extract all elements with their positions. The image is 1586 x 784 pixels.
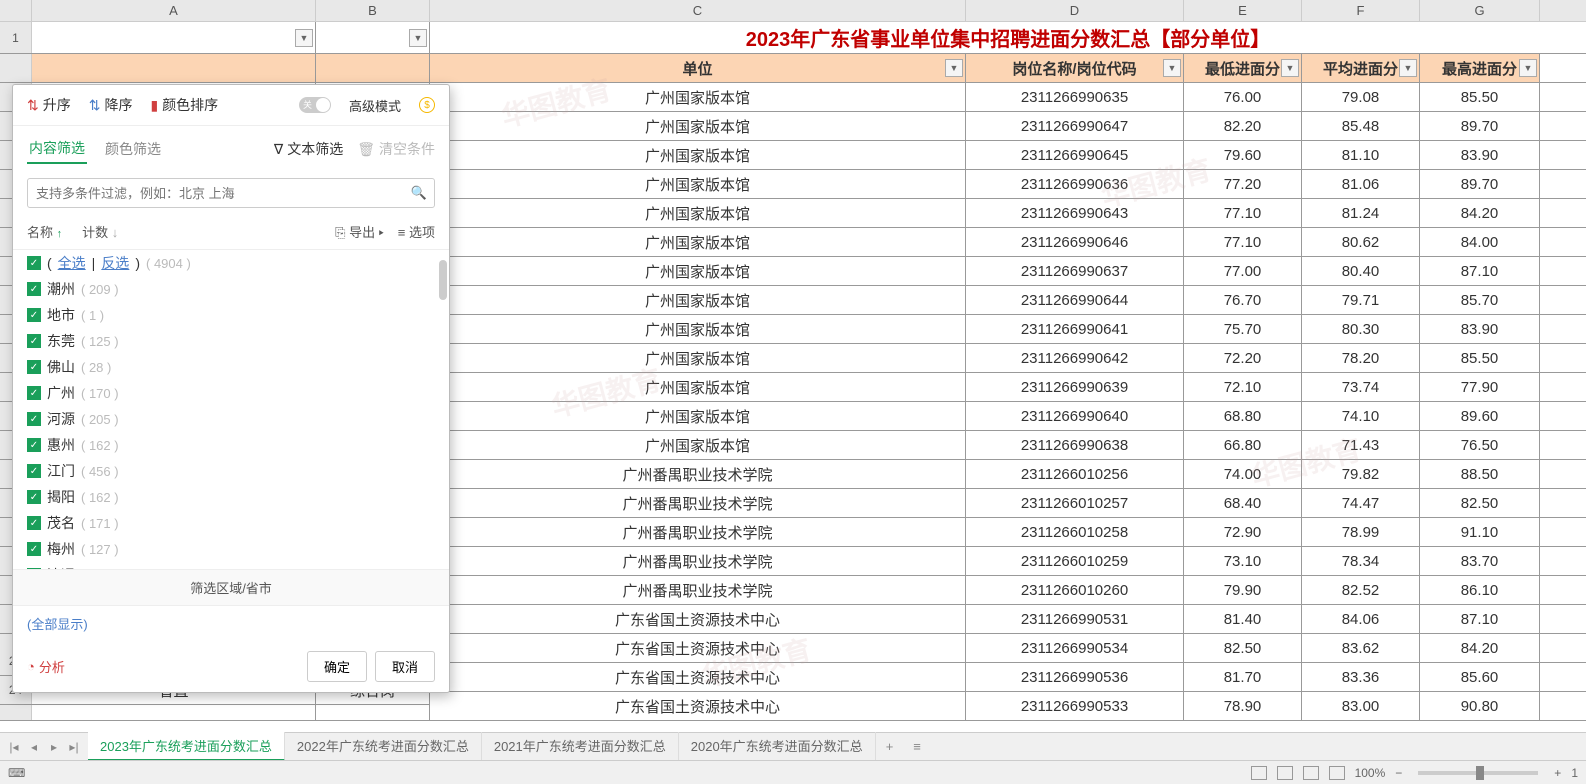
- col-c[interactable]: C: [430, 0, 966, 21]
- invert-link[interactable]: 反选: [101, 253, 129, 273]
- tab-nav-first[interactable]: |◂: [4, 740, 24, 754]
- sheet-tab[interactable]: 2021年广东统考进面分数汇总: [482, 732, 679, 761]
- sheet-tab[interactable]: 2022年广东统考进面分数汇总: [285, 732, 482, 761]
- advanced-toggle[interactable]: [299, 97, 331, 113]
- status-icon: ⌨: [8, 766, 25, 780]
- filter-panel: ⇅升序 ⇅降序 ▮颜色排序 高级模式 $ 内容筛选 颜色筛选 ∇ 文本筛选 🗑 …: [12, 84, 450, 693]
- status-bar: ⌨ 100% − + 1: [0, 760, 1586, 784]
- sheet-tabs-bar: |◂ ◂ ▸ ▸| 2023年广东统考进面分数汇总2022年广东统考进面分数汇总…: [0, 732, 1586, 760]
- filter-item[interactable]: ✓潮州( 209 ): [27, 276, 435, 302]
- sheet-tab[interactable]: 2020年广东统考进面分数汇总: [679, 732, 876, 761]
- checkbox-icon[interactable]: ✓: [27, 490, 41, 504]
- column-headers: A B C D E F G: [0, 0, 1586, 22]
- header-code: 岗位名称/岗位代码▼: [966, 54, 1184, 82]
- sort-asc-button[interactable]: ⇅升序: [27, 95, 71, 115]
- header-avg: 平均进面分▼: [1302, 54, 1420, 82]
- color-sort-button[interactable]: ▮颜色排序: [150, 95, 218, 115]
- header-min: 最低进面分▼: [1184, 54, 1302, 82]
- text-filter-button[interactable]: ∇ 文本筛选: [274, 139, 343, 159]
- checkbox-icon[interactable]: ✓: [27, 412, 41, 426]
- filter-item[interactable]: ✓茂名( 171 ): [27, 510, 435, 536]
- tab-color-filter[interactable]: 颜色筛选: [103, 135, 163, 163]
- filter-dropdown-e[interactable]: ▼: [1281, 59, 1299, 77]
- filter-dropdown-f[interactable]: ▼: [1399, 59, 1417, 77]
- col-g[interactable]: G: [1420, 0, 1540, 21]
- checkbox-icon[interactable]: ✓: [27, 386, 41, 400]
- header-max: 最高进面分▼: [1420, 54, 1540, 82]
- filter-dropdown-a[interactable]: ▼: [295, 29, 313, 47]
- filter-dropdown-c[interactable]: ▼: [945, 59, 963, 77]
- add-sheet-button[interactable]: +: [876, 739, 904, 754]
- page-count: 1: [1571, 766, 1578, 780]
- view-page-icon[interactable]: [1277, 766, 1293, 780]
- clear-button[interactable]: 🗑 清空条件: [357, 139, 435, 159]
- select-all-link[interactable]: 全选: [58, 253, 86, 273]
- col-count-header[interactable]: 计数 ↓: [82, 222, 118, 241]
- checkbox-icon[interactable]: ✓: [27, 438, 41, 452]
- sheet-tab[interactable]: 2023年广东统考进面分数汇总: [88, 732, 285, 761]
- filter-item[interactable]: ✓揭阳( 162 ): [27, 484, 435, 510]
- col-a[interactable]: A: [32, 0, 316, 21]
- zoom-out[interactable]: −: [1395, 766, 1402, 780]
- show-all-link[interactable]: (全部显示): [13, 606, 449, 641]
- checkbox-icon[interactable]: ✓: [27, 308, 41, 322]
- checkbox-icon[interactable]: ✓: [27, 542, 41, 556]
- select-all-checkbox[interactable]: ✓: [27, 256, 41, 270]
- search-icon[interactable]: 🔍: [411, 185, 427, 201]
- sort-desc-button[interactable]: ⇅降序: [89, 95, 133, 115]
- col-d[interactable]: D: [966, 0, 1184, 21]
- checkbox-icon[interactable]: ✓: [27, 360, 41, 374]
- zoom-in[interactable]: +: [1554, 766, 1561, 780]
- checkbox-icon[interactable]: ✓: [27, 334, 41, 348]
- filter-item[interactable]: ✓惠州( 162 ): [27, 432, 435, 458]
- sheet-title: 2023年广东省事业单位集中招聘进面分数汇总【部分单位】: [430, 22, 1586, 53]
- export-button[interactable]: ⎘ 导出 ▸: [335, 222, 384, 241]
- tab-content-filter[interactable]: 内容筛选: [27, 134, 87, 164]
- coin-icon: $: [419, 97, 435, 113]
- filter-item[interactable]: ✓广州( 170 ): [27, 380, 435, 406]
- filter-item[interactable]: ✓清远( 320 ): [27, 562, 435, 569]
- checkbox-icon[interactable]: ✓: [27, 282, 41, 296]
- checkbox-icon[interactable]: ✓: [27, 516, 41, 530]
- sheet-list-button[interactable]: ≡: [903, 739, 931, 754]
- zoom-value: 100%: [1355, 766, 1386, 780]
- filter-dropdown-d[interactable]: ▼: [1163, 59, 1181, 77]
- view-break-icon[interactable]: [1303, 766, 1319, 780]
- filter-item[interactable]: ✓梅州( 127 ): [27, 536, 435, 562]
- checkbox-icon[interactable]: ✓: [27, 568, 41, 569]
- col-b[interactable]: B: [316, 0, 430, 21]
- view-normal-icon[interactable]: [1251, 766, 1267, 780]
- filter-scrollbar[interactable]: [439, 260, 447, 300]
- filter-search-input[interactable]: [27, 178, 435, 208]
- col-e[interactable]: E: [1184, 0, 1302, 21]
- col-name-header[interactable]: 名称 ↑: [27, 222, 62, 241]
- row-1[interactable]: 1: [0, 22, 32, 53]
- tab-nav-next[interactable]: ▸: [44, 740, 64, 754]
- filter-dropdown-b[interactable]: ▼: [409, 29, 427, 47]
- filter-dropdown-g[interactable]: ▼: [1519, 59, 1537, 77]
- advanced-mode-label: 高级模式: [349, 96, 401, 115]
- filter-region-label: 筛选区域/省市: [13, 569, 449, 606]
- tab-nav-last[interactable]: ▸|: [64, 740, 84, 754]
- zoom-slider[interactable]: [1418, 771, 1538, 775]
- filter-item[interactable]: ✓东莞( 125 ): [27, 328, 435, 354]
- cancel-button[interactable]: 取消: [375, 651, 435, 682]
- filter-item[interactable]: ✓佛山( 28 ): [27, 354, 435, 380]
- ok-button[interactable]: 确定: [307, 651, 367, 682]
- view-read-icon[interactable]: [1329, 766, 1345, 780]
- filter-item[interactable]: ✓河源( 205 ): [27, 406, 435, 432]
- checkbox-icon[interactable]: ✓: [27, 464, 41, 478]
- analysis-button[interactable]: ◔ 分析: [27, 657, 65, 676]
- col-f[interactable]: F: [1302, 0, 1420, 21]
- options-button[interactable]: ≡ 选项: [398, 222, 435, 241]
- filter-item[interactable]: ✓地市( 1 ): [27, 302, 435, 328]
- filter-item[interactable]: ✓江门( 456 ): [27, 458, 435, 484]
- header-unit: 单位▼: [430, 54, 966, 82]
- tab-nav-prev[interactable]: ◂: [24, 740, 44, 754]
